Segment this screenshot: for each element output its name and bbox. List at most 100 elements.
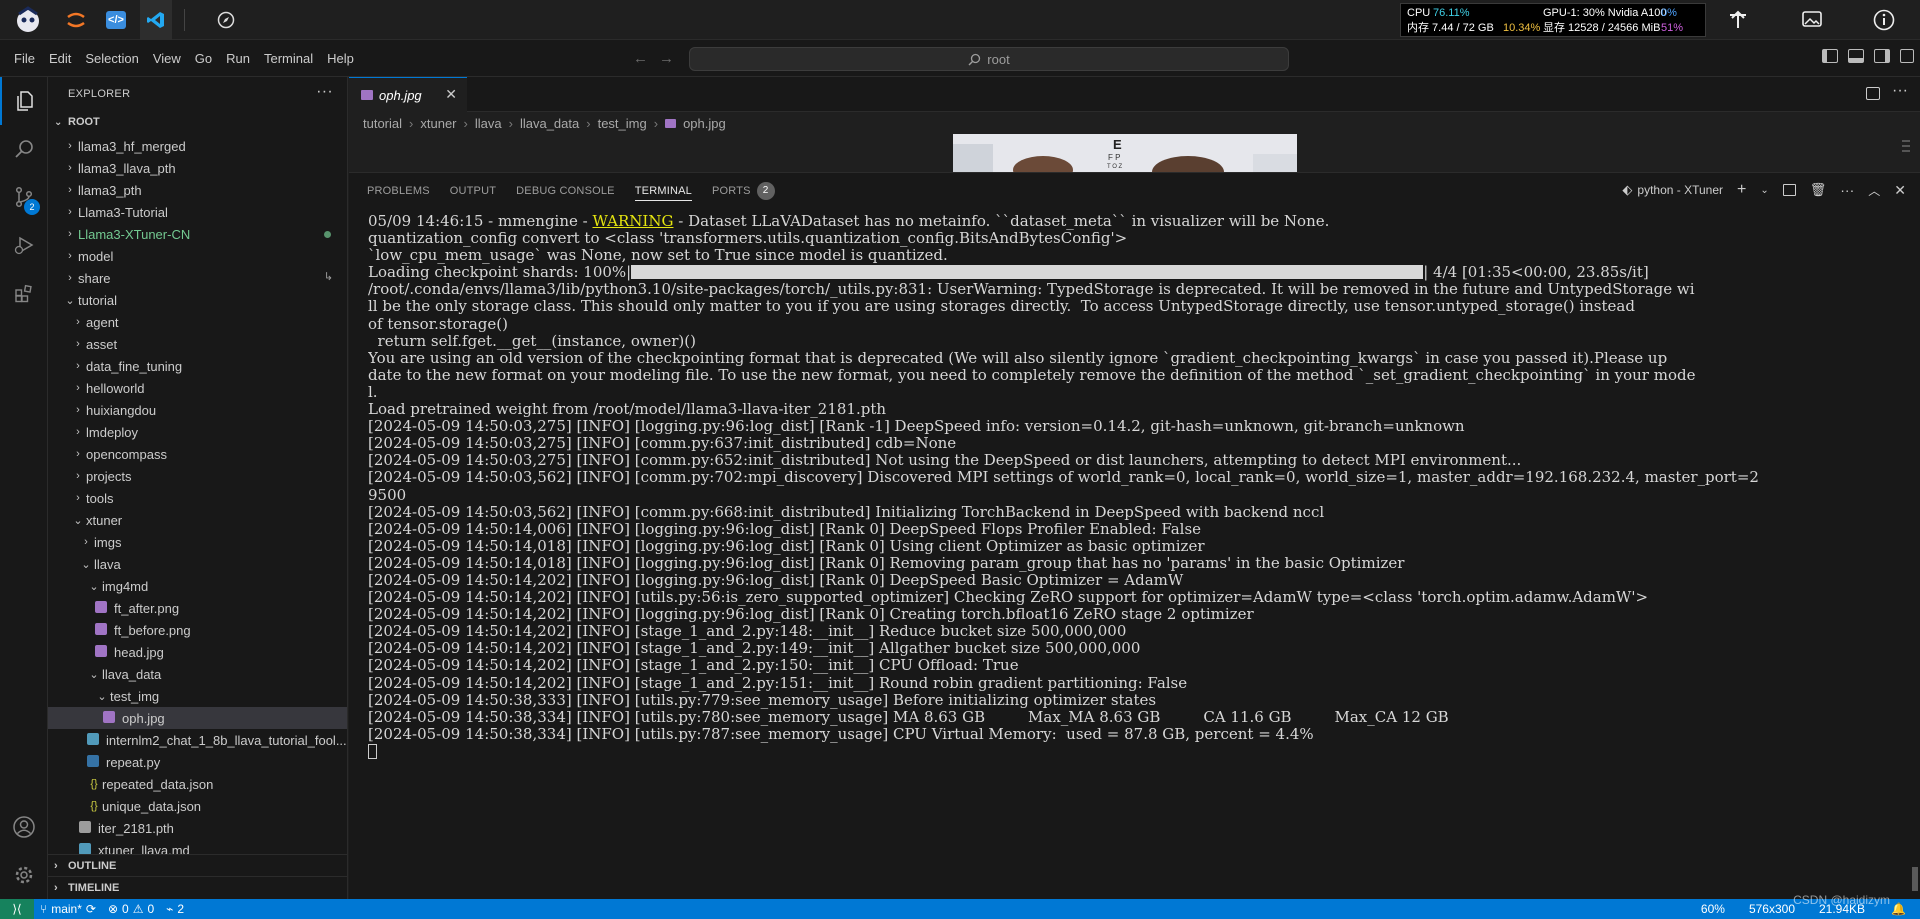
tree-folder[interactable]: ⌄ img4md (48, 575, 347, 597)
tree-folder[interactable]: › data_fine_tuning (48, 355, 347, 377)
tree-folder[interactable]: › model (48, 245, 347, 267)
explorer-icon[interactable] (0, 77, 48, 125)
search-activity-icon[interactable] (0, 125, 48, 173)
breadcrumb-item[interactable]: xtuner (420, 116, 456, 131)
menu-go[interactable]: Go (188, 51, 219, 66)
branch-indicator[interactable]: ⑂ main* ⟳ (34, 902, 102, 916)
tab-problems[interactable]: PROBLEMS (357, 173, 440, 208)
breadcrumb-item[interactable]: llava (475, 116, 502, 131)
split-editor-icon[interactable] (1866, 87, 1880, 100)
tree-file[interactable]: {} unique_data.json (48, 795, 347, 817)
account-icon[interactable] (0, 803, 48, 851)
terminal-output[interactable]: 05/09 14:46:15 - mmengine - WARNING - Da… (368, 213, 1908, 893)
tree-item-label: lmdeploy (86, 424, 139, 440)
toggle-panel-icon[interactable] (1848, 49, 1864, 63)
tree-file[interactable]: head.jpg (48, 641, 347, 663)
image-icon[interactable] (1796, 0, 1828, 40)
tree-folder[interactable]: › asset (48, 333, 347, 355)
tab-debug-console[interactable]: DEBUG CONSOLE (506, 173, 625, 208)
tab-oph-jpg[interactable]: oph.jpg ✕ (349, 77, 467, 112)
tab-output[interactable]: OUTPUT (440, 173, 506, 208)
customize-layout-icon[interactable] (1900, 49, 1914, 63)
tree-folder[interactable]: › llama3_llava_pth (48, 157, 347, 179)
chevron-down-icon[interactable]: ⌄ (1760, 185, 1768, 196)
tree-folder[interactable]: › imgs (48, 531, 347, 553)
zoom-level[interactable]: 60% (1689, 902, 1737, 916)
tree-folder[interactable]: › agent (48, 311, 347, 333)
tree-folder[interactable]: ⌄ tutorial (48, 289, 347, 311)
tree-file[interactable]: repeat.py (48, 751, 347, 773)
editor-more-icon[interactable]: ··· (1892, 82, 1908, 100)
tree-folder[interactable]: › opencompass (48, 443, 347, 465)
more-actions-icon[interactable]: ··· (316, 83, 333, 101)
menu-run[interactable]: Run (219, 51, 257, 66)
tab-terminal[interactable]: TERMINAL (625, 173, 702, 208)
tree-folder[interactable]: ⌄ llava (48, 553, 347, 575)
tree-item-label: Llama3-Tutorial (78, 204, 168, 220)
menu-file[interactable]: File (7, 51, 42, 66)
tree-folder[interactable]: ⌄ test_img (48, 685, 347, 707)
tree-file[interactable]: internlm2_chat_1_8b_llava_tutorial_fool.… (48, 729, 347, 751)
info-icon[interactable] (1868, 0, 1900, 40)
breadcrumb-item[interactable]: oph.jpg (683, 116, 726, 131)
compass-icon[interactable] (210, 0, 242, 40)
upload-icon[interactable] (1722, 0, 1754, 40)
forward-arrow-icon[interactable]: → (659, 50, 674, 67)
new-terminal-icon[interactable]: + (1737, 181, 1746, 199)
breadcrumb-item[interactable]: test_img (598, 116, 647, 131)
terminal-line: [2024-05-09 14:50:14,202] [INFO] [utils.… (368, 588, 1649, 607)
tree-folder[interactable]: › llama3_hf_merged (48, 135, 347, 157)
tree-file[interactable]: oph.jpg (48, 707, 347, 729)
terminal-scrollbar[interactable] (1912, 867, 1918, 891)
toggle-sidebar-icon[interactable] (1822, 49, 1838, 63)
tree-folder[interactable]: ⌄ llava_data (48, 663, 347, 685)
vscode-icon[interactable] (140, 0, 172, 40)
tree-folder[interactable]: ⌄ xtuner (48, 509, 347, 531)
close-tab-icon[interactable]: ✕ (445, 86, 457, 103)
menu-view[interactable]: View (146, 51, 188, 66)
close-panel-icon[interactable]: ✕ (1894, 182, 1906, 199)
ports-indicator[interactable]: ⌁ 2 (160, 902, 190, 916)
timeline-section[interactable]: › TIMELINE (48, 876, 347, 898)
extensions-icon[interactable] (0, 269, 48, 317)
command-center[interactable]: root (689, 47, 1289, 71)
menu-selection[interactable]: Selection (78, 51, 145, 66)
tree-file[interactable]: {} repeated_data.json (48, 773, 347, 795)
tree-folder[interactable]: › llama3_pth (48, 179, 347, 201)
panel-more-icon[interactable]: ··· (1840, 182, 1854, 198)
manage-gear-icon[interactable] (0, 851, 48, 899)
toggle-secondary-sidebar-icon[interactable] (1874, 49, 1890, 63)
tree-file[interactable]: ft_after.png (48, 597, 347, 619)
tree-folder[interactable]: › huixiangdou (48, 399, 347, 421)
breadcrumb-item[interactable]: tutorial (363, 116, 402, 131)
tree-folder[interactable]: › Llama3-Tutorial (48, 201, 347, 223)
remote-indicator-icon[interactable]: ⟩⟨ (0, 899, 34, 919)
maximize-panel-icon[interactable]: ︿ (1868, 182, 1880, 199)
tree-folder[interactable]: › Llama3-XTuner-CN (48, 223, 347, 245)
tree-file[interactable]: ft_before.png (48, 619, 347, 641)
breadcrumb-item[interactable]: llava_data (520, 116, 579, 131)
tree-folder[interactable]: › helloworld (48, 377, 347, 399)
tree-folder[interactable]: › lmdeploy (48, 421, 347, 443)
app-logo-icon[interactable] (8, 0, 48, 40)
tree-folder[interactable]: › share ↳ (48, 267, 347, 289)
menu-edit[interactable]: Edit (42, 51, 78, 66)
menu-help[interactable]: Help (320, 51, 361, 66)
source-control-icon[interactable]: 2 (0, 173, 48, 221)
tree-file[interactable]: iter_2181.pth (48, 817, 347, 839)
tree-folder[interactable]: › tools (48, 487, 347, 509)
terminal-selector[interactable]: ⬖ python - XTuner (1622, 182, 1723, 198)
trash-icon[interactable]: 🗑 (1810, 182, 1827, 198)
split-terminal-icon[interactable] (1782, 184, 1796, 196)
run-debug-icon[interactable] (0, 221, 48, 269)
jupyter-icon[interactable] (60, 0, 92, 40)
progress-suffix: | 4/4 [01:35<00:00, 23.85s/it] (1423, 263, 1649, 282)
explorer-root[interactable]: ⌄ ROOT (48, 111, 347, 133)
outline-section[interactable]: › OUTLINE (48, 854, 347, 876)
code-server-icon[interactable]: </> (100, 0, 132, 40)
tab-ports[interactable]: PORTS 2 (702, 173, 785, 208)
back-arrow-icon[interactable]: ← (633, 50, 648, 67)
tree-folder[interactable]: › projects (48, 465, 347, 487)
menu-terminal[interactable]: Terminal (257, 51, 320, 66)
problems-indicator[interactable]: ⊗ 0 ⚠ 0 (102, 902, 160, 916)
